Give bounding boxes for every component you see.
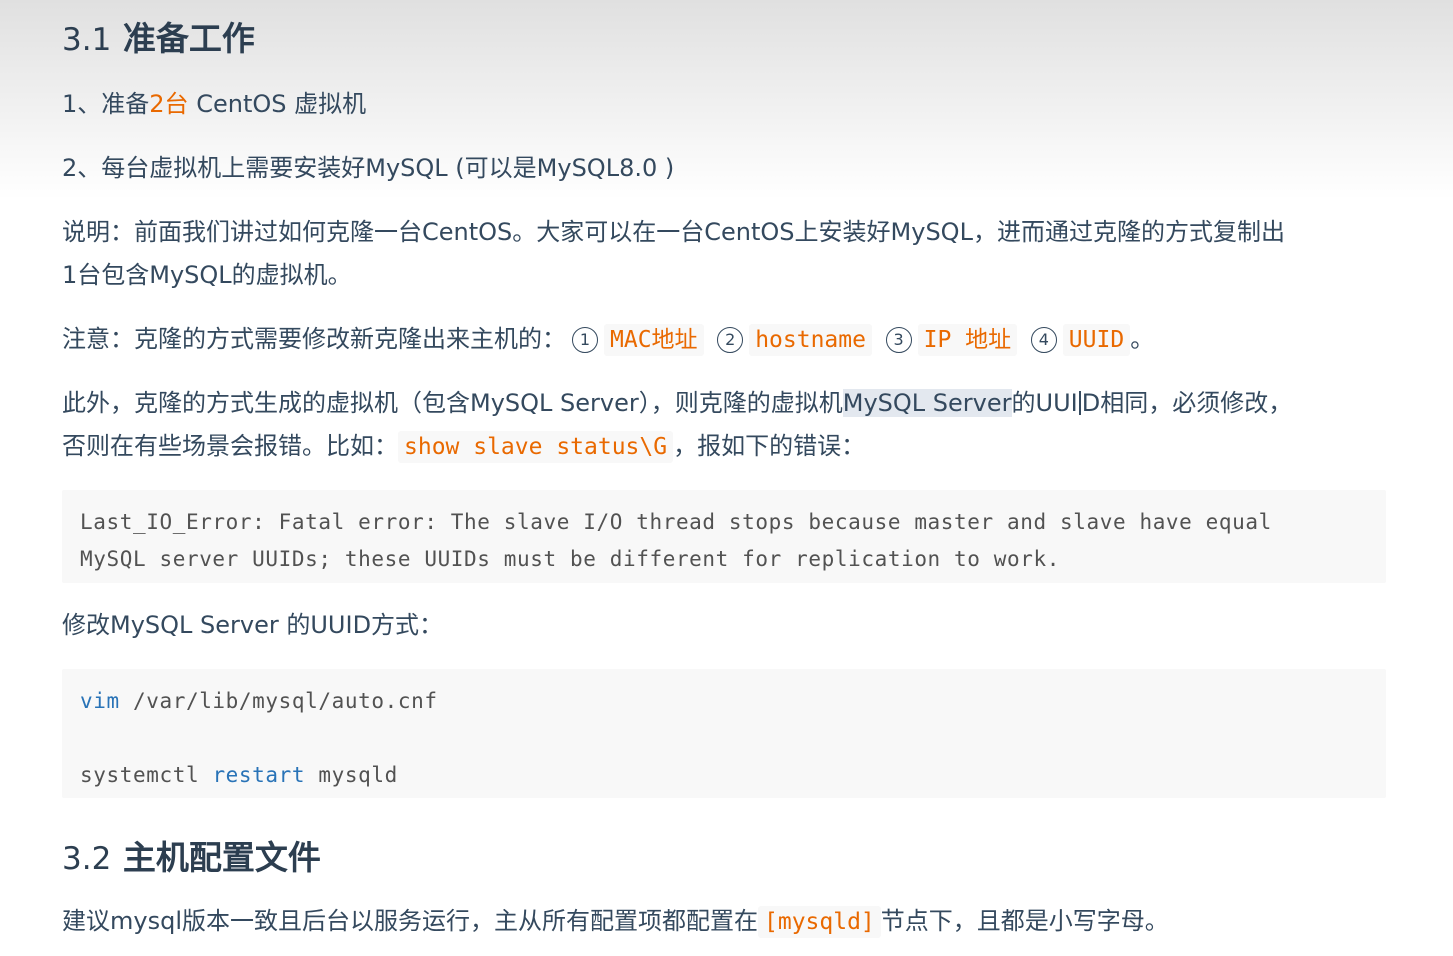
note-uuid-text-2b: D相同，必须修改， (1081, 389, 1293, 417)
note-attention-suffix: 。 (1130, 325, 1155, 353)
step-1-suffix: CentOS 虚拟机 (196, 90, 367, 118)
error-line-1: Last_IO_Error: Fatal error: The slave I/… (80, 510, 1272, 534)
error-line-2: MySQL server UUIDs; these UUIDs must be … (80, 547, 1060, 571)
note-uuid-line-2: 否则在有些场景会报错。比如： show slave status\G ，报如下的错误… (62, 425, 865, 469)
step-2: 2、每台虚拟机上需要安装好MySQL (可以是MySQL8.0 ) (62, 154, 675, 182)
selected-text[interactable]: MySQL Server (842, 389, 1012, 417)
note-attention: 注意：克隆的方式需要修改新克隆出来主机的： 1 MAC地址 2 hostname 3I… (62, 318, 1154, 362)
circled-number-icon: 4 (1030, 327, 1057, 353)
section-number: 3.2 (62, 841, 112, 877)
note-uuid-line-2-prefix: 否则在有些场景会报错。比如： (62, 432, 398, 460)
inline-code-mysqld: [mysqld] (758, 906, 881, 938)
section-heading-3-2: 3.2 主机配置文件 (62, 831, 321, 879)
cmd-systemctl: systemctl (80, 763, 213, 787)
circled-number-icon: 2 (717, 327, 744, 353)
text-cursor-icon (1078, 391, 1081, 415)
section-number: 3.1 (62, 22, 112, 58)
inline-code-ip: IP 地址 (917, 324, 1018, 356)
note-uuid-text-2a: 的UUI (1011, 389, 1078, 417)
section-title: 准备工作 (122, 19, 255, 58)
section-title: 主机配置文件 (122, 838, 321, 877)
note-uuid-text-1: 此外，克隆的方式生成的虚拟机（包含MySQL Server），则克隆的虚拟机 (62, 389, 843, 417)
note-clone-line-1: 说明：前面我们讲过如何克隆一台CentOS。大家可以在一台CentOS上安装好M… (62, 218, 1285, 246)
cmd-restart: restart (212, 763, 306, 787)
final-note-suffix: 节点下，且都是小写字母。 (880, 907, 1169, 935)
cmd-vim: vim (80, 689, 120, 713)
section-heading-3-1: 3.1 准备工作 (62, 12, 255, 60)
cmd-mysqld: mysqld (305, 763, 398, 787)
circled-number-icon: 1 (572, 327, 598, 353)
step-1-count: 2台 (149, 90, 189, 118)
inline-code-mac: MAC地址 (604, 324, 704, 356)
modify-uuid-heading: 修改MySQL Server 的UUID方式： (62, 611, 444, 639)
cmd-vim-path: /var/lib/mysql/auto.cnf (119, 689, 438, 713)
note-uuid-line-2-suffix: ，报如下的错误： (673, 432, 866, 460)
error-code-block: Last_IO_Error: Fatal error: The slave I/… (62, 490, 1386, 583)
step-1-prefix: 1、准备 (62, 90, 150, 118)
circled-number-icon: 3 (885, 327, 912, 353)
step-1: 1、准备2台 CentOS 虚拟机 (62, 83, 366, 126)
inline-code-uuid: UUID (1062, 324, 1131, 356)
command-code-block: vim /var/lib/mysql/auto.cnf systemctl re… (62, 669, 1386, 798)
final-note: 建议mysql版本一致且后台以服务运行，主从所有配置项都配置在 [mysqld] 节… (62, 900, 1169, 944)
inline-code-hostname: hostname (749, 324, 872, 356)
note-attention-prefix: 注意：克隆的方式需要修改新克隆出来主机的： (62, 325, 566, 353)
note-uuid-line-1[interactable]: 此外，克隆的方式生成的虚拟机（包含MySQL Server），则克隆的虚拟机My… (62, 382, 1292, 425)
inline-code-show-slave-status: show slave status\G (398, 431, 674, 463)
note-clone-line-2: 1台包含MySQL的虚拟机。 (62, 261, 352, 289)
final-note-prefix: 建议mysql版本一致且后台以服务运行，主从所有配置项都配置在 (62, 907, 758, 935)
